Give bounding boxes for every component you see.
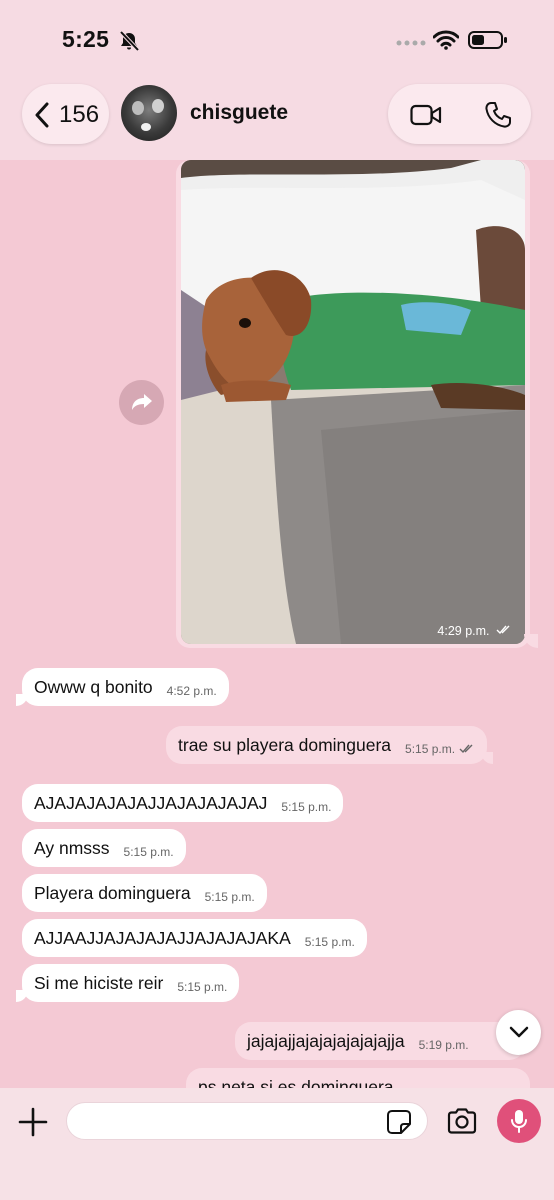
message-time: 5:15 p.m. (304, 935, 355, 949)
incoming-message[interactable]: Si me hiciste reir 5:15 p.m. (15, 964, 240, 1002)
message-text: Playera dominguera (34, 882, 191, 903)
message-time: 4:52 p.m. (166, 684, 217, 698)
outgoing-message[interactable]: trae su playera dominguera 5:15 p.m. (166, 726, 494, 764)
message-input[interactable] (66, 1102, 428, 1140)
message-text: AJJAAJJAJAJAJAJJAJAJAJAKA (34, 927, 291, 948)
microphone-button[interactable] (497, 1099, 541, 1143)
message-time: 5:15 p.m. (177, 980, 228, 994)
video-camera-icon[interactable] (410, 104, 442, 126)
plus-icon[interactable] (18, 1107, 48, 1137)
microphone-icon (511, 1110, 527, 1133)
message-text: trae su playera dominguera (178, 734, 392, 755)
message-time: 5:15 p.m. (405, 742, 456, 756)
message-time: 5:15 p.m. (204, 890, 255, 904)
chat-header: 156 chisguete (0, 80, 554, 160)
read-ticks-icon (459, 744, 473, 754)
message-text: Owww q bonito (34, 676, 153, 697)
image-message[interactable]: 4:29 p.m. (176, 160, 538, 648)
camera-icon[interactable] (446, 1108, 478, 1134)
battery-icon (468, 31, 507, 49)
unread-count: 156 (59, 101, 100, 128)
message-time: 5:15 p.m. (123, 845, 174, 859)
bell-slash-icon (119, 31, 140, 51)
incoming-message[interactable]: AJAJAJAJAJAJJAJAJAJAJAJ 5:15 p.m. (22, 784, 344, 822)
chat-area[interactable]: 4:29 p.m. Owww q bonito 4:52 p.m. trae s… (0, 160, 554, 1106)
dog-photo[interactable] (181, 160, 525, 644)
scroll-to-bottom-button[interactable] (496, 1010, 541, 1055)
avatar[interactable] (121, 85, 177, 141)
incoming-message[interactable]: Owww q bonito 4:52 p.m. (16, 668, 229, 706)
message-text: Si me hiciste reir (34, 972, 164, 993)
incoming-message[interactable]: AJJAAJJAJAJAJAJJAJAJAJAKA 5:15 p.m. (22, 919, 367, 957)
incoming-message[interactable]: Playera dominguera 5:15 p.m. (22, 874, 267, 912)
status-bar: 5:25 (0, 0, 554, 80)
back-button[interactable]: 156 (22, 84, 109, 144)
message-text: jajajajjajajajajajajajja (247, 1030, 405, 1051)
chevron-left-icon (35, 102, 49, 128)
composer-bar (0, 1088, 554, 1200)
read-ticks-icon (496, 625, 510, 635)
message-time: 5:19 p.m. (418, 1038, 469, 1052)
status-time: 5:25 (62, 26, 110, 52)
call-actions (388, 84, 531, 144)
phone-icon[interactable] (484, 101, 512, 129)
message-time: 5:15 p.m. (281, 800, 332, 814)
message-text: Ay nmsss (34, 837, 110, 858)
wifi-icon (433, 30, 459, 50)
message-time: 4:29 p.m. (437, 624, 512, 638)
chevron-down-icon (509, 1026, 529, 1038)
sticker-icon[interactable] (386, 1109, 412, 1135)
message-text: AJAJAJAJAJAJJAJAJAJAJAJ (34, 792, 268, 813)
contact-name[interactable]: chisguete (190, 101, 288, 125)
signal-dots-icon (396, 40, 426, 46)
incoming-message[interactable]: Ay nmsss 5:15 p.m. (22, 829, 186, 867)
forward-button[interactable] (119, 380, 164, 425)
outgoing-message[interactable]: jajajajjajajajajajajajja 5:19 p.m. (235, 1022, 525, 1060)
forward-icon (132, 394, 152, 410)
